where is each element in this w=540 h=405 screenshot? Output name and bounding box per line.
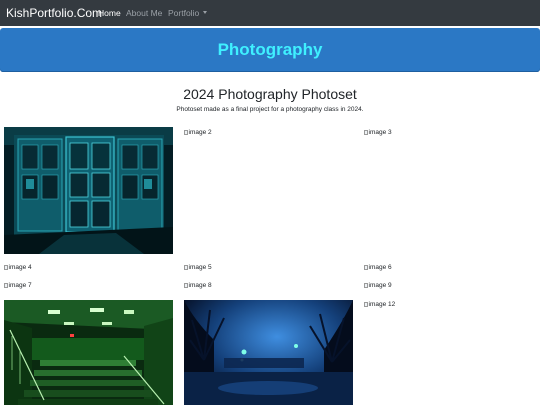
image-alt-text: image 6 [368, 264, 392, 271]
section-description: Photoset made as a final project for a p… [176, 106, 364, 113]
broken-image-4: image 4 [4, 264, 32, 272]
broken-image-icon [364, 302, 368, 307]
photo-image-1[interactable] [4, 127, 173, 254]
broken-image-9: image 9 [364, 282, 392, 290]
broken-image-6: image 6 [364, 264, 392, 272]
photo-image-11[interactable] [184, 300, 353, 405]
page-title: Photography [217, 40, 323, 59]
broken-image-icon [4, 283, 8, 288]
broken-image-icon [4, 265, 8, 270]
image-alt-text: image 4 [8, 264, 32, 271]
chevron-down-icon [203, 11, 208, 14]
page-header-banner: Photography [0, 28, 540, 72]
nav-link-about-me[interactable]: About Me [126, 8, 162, 18]
photo-image-10[interactable] [4, 300, 173, 405]
image-alt-text: image 3 [368, 129, 392, 136]
broken-image-2: image 2 [184, 129, 212, 137]
brand-link[interactable]: KishPortfolio.Com [6, 6, 102, 20]
portfolio-label: Portfolio [168, 8, 200, 18]
nav-link-home[interactable]: Home [98, 8, 121, 18]
broken-image-8: image 8 [184, 282, 212, 290]
broken-image-icon [364, 265, 368, 270]
section-title: 2024 Photography Photoset [183, 86, 357, 102]
broken-image-7: image 7 [4, 282, 32, 290]
image-alt-text: image 12 [368, 301, 396, 308]
image-alt-text: image 2 [188, 129, 212, 136]
broken-image-icon [184, 283, 188, 288]
broken-image-12: image 12 [364, 301, 395, 309]
image-alt-text: image 7 [8, 282, 32, 289]
nav-link-portfolio[interactable]: Portfolio [168, 8, 208, 18]
image-alt-text: image 8 [188, 282, 212, 289]
broken-image-3: image 3 [364, 129, 392, 137]
image-alt-text: image 5 [188, 264, 212, 271]
navbar: KishPortfolio.Com Home About Me Portfoli… [0, 0, 540, 26]
broken-image-icon [364, 130, 368, 135]
image-alt-text: image 9 [368, 282, 392, 289]
broken-image-icon [364, 283, 368, 288]
broken-image-icon [184, 130, 188, 135]
broken-image-5: image 5 [184, 264, 212, 272]
broken-image-icon [184, 265, 188, 270]
